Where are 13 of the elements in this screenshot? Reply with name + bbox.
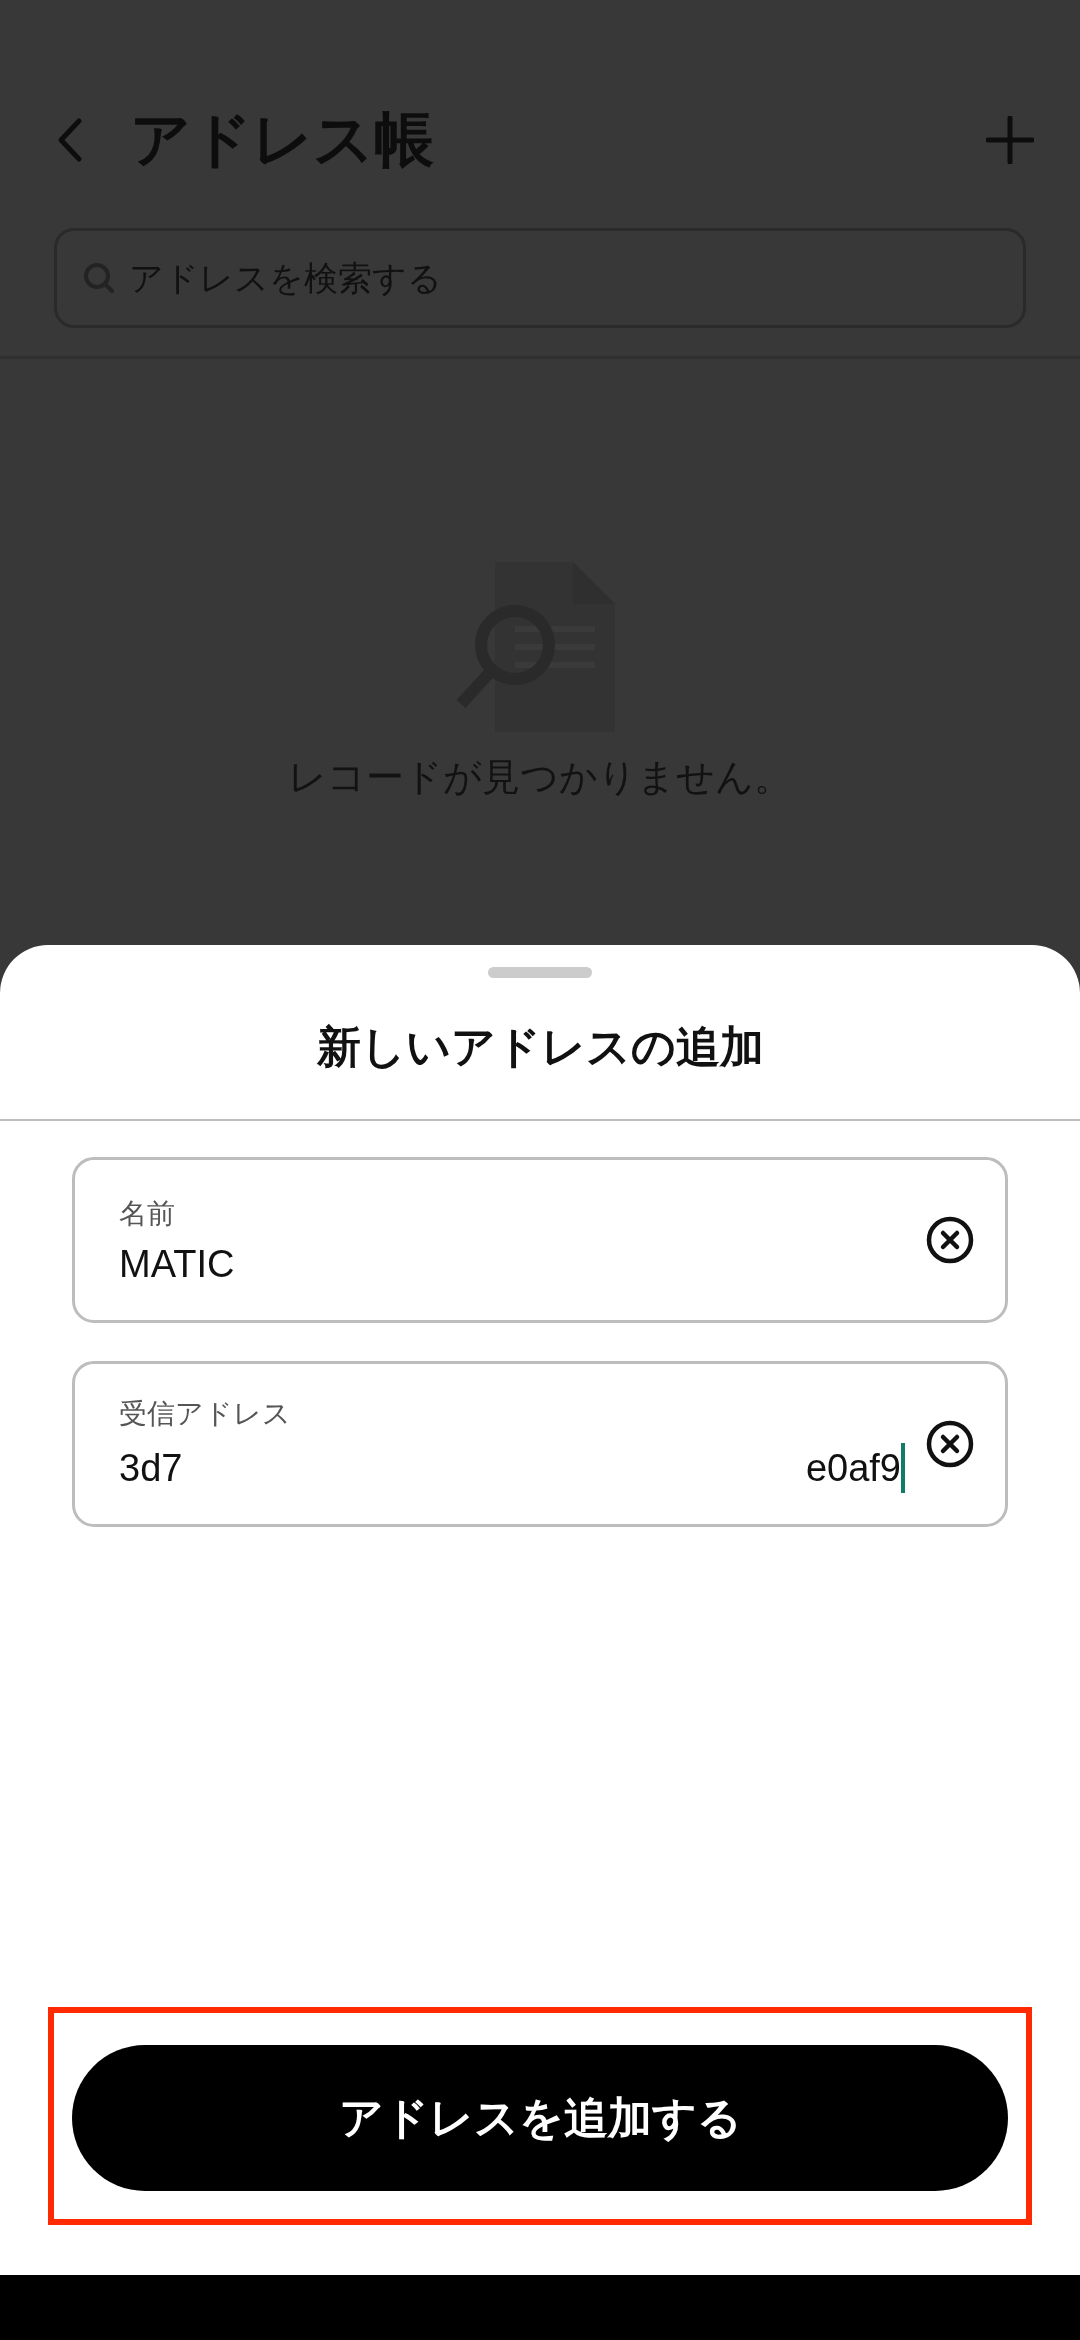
plus-icon[interactable] <box>986 116 1034 164</box>
text-field[interactable]: 受信アドレス 3d7 e0af9 <box>72 1361 1008 1527</box>
text-field[interactable]: 名前 MATIC <box>72 1157 1008 1323</box>
field-value: MATIC <box>119 1242 235 1286</box>
clear-icon[interactable] <box>925 1419 975 1469</box>
drag-handle[interactable] <box>488 967 592 978</box>
field-value: 3d7 <box>119 1446 183 1490</box>
clear-icon[interactable] <box>925 1215 975 1265</box>
field-label: 受信アドレス <box>119 1396 292 1432</box>
sheet-title: 新しいアドレスの追加 <box>315 1020 765 1074</box>
add-address-button[interactable]: アドレスを追加する <box>72 2045 1008 2191</box>
field-label: 名前 <box>119 1195 176 1232</box>
field-value: e0af9 <box>805 1446 901 1490</box>
